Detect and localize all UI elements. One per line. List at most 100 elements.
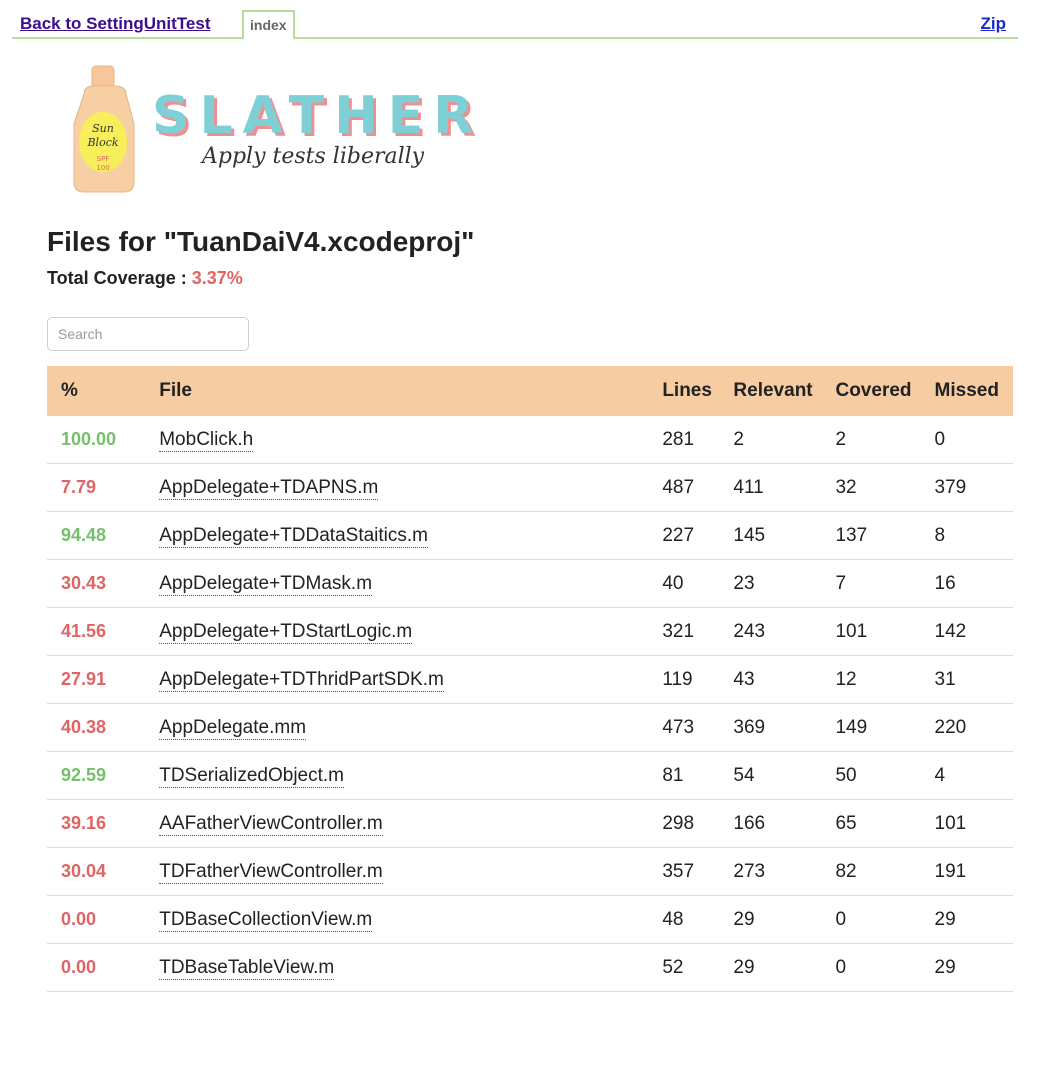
- coverage-percent: 0.00: [61, 908, 97, 929]
- file-link[interactable]: AppDelegate+TDThridPartSDK.m: [159, 668, 444, 692]
- header-missed[interactable]: Missed: [934, 366, 1013, 416]
- table-row: 27.91 AppDelegate+TDThridPartSDK.m 119 43 12…: [47, 655, 1013, 704]
- lines-cell: 81: [662, 751, 734, 800]
- file-name-cell: MobClick.h: [159, 416, 663, 464]
- file-link[interactable]: TDBaseTableView.m: [159, 956, 335, 980]
- missed-cell: 379: [934, 463, 1013, 512]
- covered-cell: 7: [835, 559, 935, 608]
- missed-cell: 191: [934, 847, 1013, 896]
- table-row: 39.16 AAFatherViewController.m 298 166 65 101: [47, 799, 1013, 848]
- missed-cell: 8: [934, 511, 1013, 560]
- brand-name: SLATHER: [152, 86, 484, 146]
- top-nav-bar: Back to SettingUnitTest index Zip: [12, 10, 1018, 40]
- file-name-cell: TDBaseTableView.m: [159, 943, 663, 992]
- sunblock-bottle-icon: Sun Block SPF 100: [73, 65, 135, 193]
- covered-cell: 101: [835, 607, 935, 656]
- lines-cell: 321: [662, 607, 734, 656]
- svg-text:Sun: Sun: [92, 122, 114, 135]
- coverage-percent: 40.38: [61, 716, 107, 737]
- header-percent[interactable]: %: [47, 366, 160, 416]
- missed-cell: 0: [934, 416, 1013, 464]
- relevant-cell: 23: [733, 559, 836, 608]
- coverage-percent: 39.16: [61, 812, 107, 833]
- missed-cell: 142: [934, 607, 1013, 656]
- zip-link[interactable]: Zip: [981, 14, 1007, 34]
- covered-cell: 65: [835, 799, 935, 848]
- covered-cell: 137: [835, 511, 935, 560]
- covered-cell: 0: [835, 943, 935, 992]
- lines-cell: 281: [662, 416, 734, 464]
- coverage-value: 3.37%: [191, 268, 243, 288]
- relevant-cell: 145: [733, 511, 836, 560]
- table-row: 7.79 AppDelegate+TDAPNS.m 487 411 32 379: [47, 463, 1013, 512]
- missed-cell: 220: [934, 703, 1013, 752]
- lines-cell: 48: [662, 895, 734, 944]
- missed-cell: 29: [934, 895, 1013, 944]
- table-row: 94.48 AppDelegate+TDDataStaitics.m 227 145 1…: [47, 511, 1013, 560]
- file-link[interactable]: AppDelegate.mm: [159, 716, 307, 740]
- coverage-percent: 0.00: [61, 956, 97, 977]
- coverage-percent-cell: 0.00: [47, 943, 160, 992]
- coverage-percent: 41.56: [61, 620, 107, 641]
- header-lines[interactable]: Lines: [662, 366, 734, 416]
- header-covered[interactable]: Covered: [835, 366, 935, 416]
- covered-cell: 82: [835, 847, 935, 896]
- back-link[interactable]: Back to SettingUnitTest: [20, 14, 210, 34]
- file-name-cell: AAFatherViewController.m: [159, 799, 663, 848]
- slather-logo: Sun Block SPF 100 SLATHER Apply tests li…: [70, 64, 473, 198]
- table-row: 40.38 AppDelegate.mm 473 369 149 220: [47, 703, 1013, 752]
- header-file[interactable]: File: [159, 366, 663, 416]
- lines-cell: 40: [662, 559, 734, 608]
- relevant-cell: 2: [733, 416, 836, 464]
- file-name-cell: AppDelegate+TDDataStaitics.m: [159, 511, 663, 560]
- lines-cell: 52: [662, 943, 734, 992]
- file-link[interactable]: TDFatherViewController.m: [159, 860, 383, 884]
- lines-cell: 357: [662, 847, 734, 896]
- file-link[interactable]: TDBaseCollectionView.m: [159, 908, 373, 932]
- relevant-cell: 43: [733, 655, 836, 704]
- file-link[interactable]: TDSerializedObject.m: [159, 764, 345, 788]
- total-coverage: Total Coverage : 3.37%: [47, 268, 243, 289]
- file-link[interactable]: AppDelegate+TDDataStaitics.m: [159, 524, 428, 548]
- table-body: 100.00 MobClick.h 281 2 2 0 7.79 AppDelegate+TD…: [47, 416, 1013, 992]
- file-name-cell: AppDelegate+TDAPNS.m: [159, 463, 663, 512]
- missed-cell: 101: [934, 799, 1013, 848]
- relevant-cell: 29: [733, 895, 836, 944]
- missed-cell: 16: [934, 559, 1013, 608]
- coverage-percent-cell: 40.38: [47, 703, 160, 752]
- file-link[interactable]: AAFatherViewController.m: [159, 812, 383, 836]
- missed-cell: 4: [934, 751, 1013, 800]
- lines-cell: 473: [662, 703, 734, 752]
- relevant-cell: 273: [733, 847, 836, 896]
- missed-cell: 29: [934, 943, 1013, 992]
- lines-cell: 119: [662, 655, 734, 704]
- coverage-percent: 30.43: [61, 572, 107, 593]
- table-row: 100.00 MobClick.h 281 2 2 0: [47, 416, 1013, 464]
- coverage-percent: 92.59: [61, 764, 107, 785]
- coverage-percent-cell: 30.43: [47, 559, 160, 608]
- file-link[interactable]: AppDelegate+TDStartLogic.m: [159, 620, 413, 644]
- relevant-cell: 29: [733, 943, 836, 992]
- covered-cell: 2: [835, 416, 935, 464]
- covered-cell: 50: [835, 751, 935, 800]
- file-link[interactable]: MobClick.h: [159, 428, 254, 452]
- lines-cell: 227: [662, 511, 734, 560]
- lines-cell: 487: [662, 463, 734, 512]
- table-row: 30.43 AppDelegate+TDMask.m 40 23 7 16: [47, 559, 1013, 608]
- svg-text:100: 100: [96, 164, 109, 172]
- coverage-label: Total Coverage :: [47, 268, 187, 288]
- file-name-cell: TDBaseCollectionView.m: [159, 895, 663, 944]
- file-link[interactable]: AppDelegate+TDMask.m: [159, 572, 373, 596]
- relevant-cell: 411: [733, 463, 836, 512]
- header-relevant[interactable]: Relevant: [733, 366, 836, 416]
- coverage-percent-cell: 7.79: [47, 463, 160, 512]
- covered-cell: 0: [835, 895, 935, 944]
- file-link[interactable]: AppDelegate+TDAPNS.m: [159, 476, 379, 500]
- coverage-percent: 30.04: [61, 860, 107, 881]
- search-input[interactable]: [47, 317, 249, 351]
- relevant-cell: 166: [733, 799, 836, 848]
- file-name-cell: AppDelegate.mm: [159, 703, 663, 752]
- brand-tagline: Apply tests liberally: [202, 144, 425, 169]
- relevant-cell: 369: [733, 703, 836, 752]
- tab-index[interactable]: index: [242, 10, 295, 40]
